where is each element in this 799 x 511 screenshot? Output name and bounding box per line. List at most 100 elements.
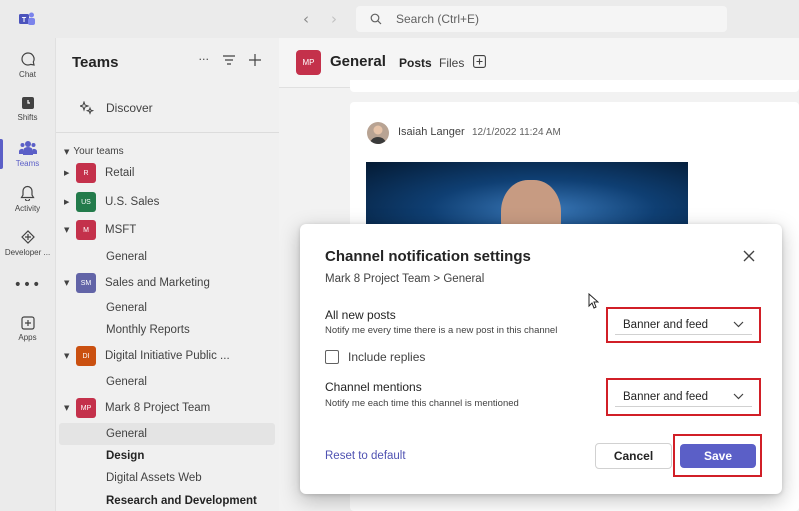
caret-down-icon: ▼ [64, 226, 70, 234]
channel-team-avatar: MP [296, 50, 321, 75]
team-row-sales-marketing[interactable]: ▼ SM Sales and Marketing [56, 271, 280, 295]
mentions-highlight: Banner and feed [606, 378, 761, 416]
team-avatar: MP [76, 398, 96, 418]
channel-monthly-reports[interactable]: Monthly Reports [106, 324, 190, 336]
chevron-down-icon [733, 393, 744, 400]
developer-portal-icon [20, 230, 35, 244]
caret-down-icon: ▼ [64, 279, 70, 287]
svg-text:T: T [22, 17, 27, 24]
channel-sm-general[interactable]: General [106, 302, 147, 314]
close-icon[interactable] [742, 249, 756, 263]
dialog-title: Channel notification settings [325, 248, 531, 265]
rail-more-apps[interactable]: ••• [0, 262, 55, 308]
all-posts-label: All new posts [325, 308, 396, 322]
cancel-button[interactable]: Cancel [595, 443, 672, 469]
mouse-cursor-icon [588, 293, 599, 309]
channel-design[interactable]: Design [106, 450, 144, 462]
channel-notification-dialog: Channel notification settings Mark 8 Pro… [300, 224, 782, 494]
discover-icon [80, 101, 94, 115]
app-rail: Chat Shifts Teams Activity Developer ...… [0, 38, 55, 511]
forward-arrow-icon[interactable]: › [331, 10, 337, 28]
teams-panel: Teams ··· Discover ▼ Your teams ▶ R Retai… [55, 38, 280, 511]
caret-down-icon: ▼ [64, 148, 70, 156]
panel-toolbar: ··· [199, 53, 261, 66]
channel-di-general[interactable]: General [106, 376, 147, 388]
panel-title: Teams [72, 54, 119, 71]
team-avatar: US [76, 192, 96, 212]
title-bar: T ‹ › Search (Ctrl+E) [0, 0, 799, 38]
tab-posts[interactable]: Posts [399, 56, 432, 70]
caret-down-icon: ▼ [64, 352, 70, 360]
team-avatar: M [76, 220, 96, 240]
channel-msft-general[interactable]: General [106, 251, 147, 263]
team-avatar: DI [76, 346, 96, 366]
tab-files[interactable]: Files [439, 56, 464, 70]
team-name: U.S. Sales [105, 196, 160, 208]
caret-down-icon: ▼ [64, 404, 70, 412]
channel-research-development[interactable]: Research and Development [106, 495, 257, 507]
discover-item[interactable]: Discover [80, 101, 153, 115]
search-placeholder: Search (Ctrl+E) [396, 12, 480, 26]
team-name: Mark 8 Project Team [105, 402, 211, 414]
rail-label-shifts: Shifts [17, 113, 38, 122]
rail-label-teams: Teams [15, 159, 40, 168]
add-tab-icon[interactable] [473, 55, 486, 68]
team-row-digital-initiative[interactable]: ▼ DI Digital Initiative Public ... [56, 344, 280, 368]
rail-item-activity[interactable]: Activity [0, 176, 55, 222]
save-button[interactable]: Save [680, 444, 756, 468]
chevron-down-icon [733, 321, 744, 328]
all-posts-description: Notify me every time there is a new post… [325, 325, 558, 336]
your-teams-header[interactable]: ▼ Your teams [64, 146, 124, 157]
rail-item-apps[interactable]: Apps [0, 306, 55, 352]
search-box[interactable]: Search (Ctrl+E) [356, 6, 727, 32]
team-row-retail[interactable]: ▶ R Retail [56, 161, 280, 185]
search-icon [370, 13, 382, 25]
add-icon[interactable] [249, 53, 261, 66]
back-arrow-icon[interactable]: ‹ [303, 10, 309, 28]
bell-icon [20, 185, 35, 201]
team-name: Retail [105, 167, 135, 179]
more-options-icon[interactable]: ··· [199, 53, 210, 66]
team-name: MSFT [105, 224, 137, 236]
author-avatar[interactable] [367, 122, 389, 144]
your-teams-label: Your teams [73, 146, 124, 157]
rail-item-teams[interactable]: Teams [0, 131, 55, 177]
mentions-selected-value: Banner and feed [623, 390, 709, 403]
include-replies-row[interactable]: Include replies [325, 350, 425, 364]
reset-to-default-link[interactable]: Reset to default [325, 450, 406, 462]
dialog-breadcrumb: Mark 8 Project Team > General [325, 273, 485, 285]
channel-mark8-general[interactable]: General [106, 428, 147, 440]
team-avatar: SM [76, 273, 96, 293]
all-posts-highlight: Banner and feed [606, 307, 761, 343]
all-posts-selected-value: Banner and feed [623, 318, 709, 331]
team-row-msft[interactable]: ▼ M MSFT [56, 218, 280, 242]
mentions-description: Notify me each time this channel is ment… [325, 398, 519, 409]
include-replies-checkbox[interactable] [325, 350, 339, 364]
teams-logo-icon: T [19, 12, 35, 25]
team-row-mark8[interactable]: ▼ MP Mark 8 Project Team [56, 396, 280, 420]
chat-icon [20, 52, 35, 66]
save-highlight: Save [673, 434, 762, 477]
rail-label-apps: Apps [18, 333, 37, 342]
person-avatar-icon [370, 125, 386, 144]
channel-digital-assets-web[interactable]: Digital Assets Web [106, 472, 202, 484]
channel-title: General [330, 53, 386, 70]
caret-right-icon: ▶ [64, 169, 70, 177]
team-avatar: R [76, 163, 96, 183]
panel-divider [56, 132, 280, 133]
rail-item-shifts[interactable]: Shifts [0, 86, 55, 132]
team-row-us-sales[interactable]: ▶ US U.S. Sales [56, 190, 280, 214]
rail-label-chat: Chat [19, 70, 36, 79]
apps-icon [20, 316, 35, 330]
rail-item-developer[interactable]: Developer ... [0, 220, 55, 266]
filter-icon[interactable] [223, 54, 235, 65]
caret-right-icon: ▶ [64, 198, 70, 206]
post-author: Isaiah Langer [398, 126, 465, 138]
previous-post-card [350, 80, 799, 92]
selected-channel-highlight [59, 423, 275, 445]
mentions-dropdown[interactable]: Banner and feed [615, 387, 752, 407]
rail-label-developer: Developer ... [4, 248, 51, 257]
all-posts-dropdown[interactable]: Banner and feed [615, 315, 752, 335]
rail-item-chat[interactable]: Chat [0, 42, 55, 88]
mentions-label: Channel mentions [325, 380, 422, 394]
